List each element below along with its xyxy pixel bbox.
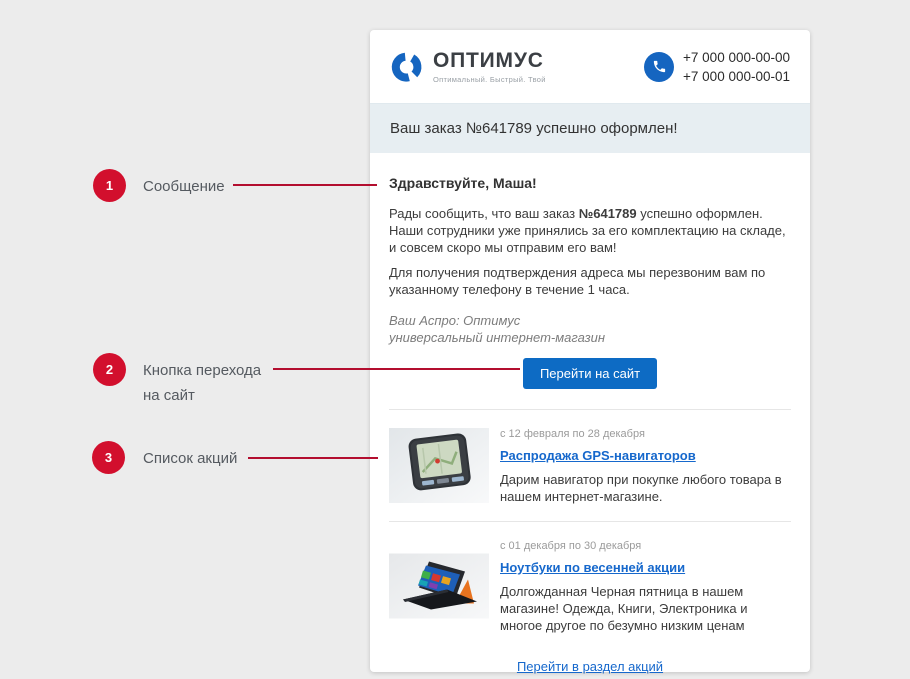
footer-link-row: Перейти в раздел акций (389, 658, 791, 676)
callout-label-site-button: Кнопка перехода на сайт (143, 358, 273, 408)
promo-description: Долгожданная Черная пятница в нашем мага… (500, 583, 791, 634)
promo-content: с 01 декабря по 30 декабря Ноутбуки по в… (500, 538, 791, 634)
promo-link-gps[interactable]: Распродажа GPS-навигаторов (500, 448, 696, 463)
signature-line-1: Ваш Аспро: Оптимус (389, 312, 791, 329)
cta-button-row: Перейти на сайт (389, 358, 791, 389)
callout-label-promo-list: Список акций (143, 446, 237, 471)
subject-banner: Ваш заказ №641789 успешно оформлен! (370, 103, 810, 153)
promo-dates: с 01 декабря по 30 декабря (500, 540, 791, 552)
order-number: №641789 (579, 206, 637, 221)
callout-number-3: 3 (92, 441, 125, 474)
promo-link-laptops[interactable]: Ноутбуки по весенней акции (500, 560, 685, 575)
gps-navigator-image[interactable] (389, 426, 489, 505)
phone-number-2: +7 000 000-00-01 (683, 67, 790, 86)
phone-contact-block: +7 000 000-00-00 +7 000 000-00-01 (644, 48, 790, 86)
brand-tagline: Оптимальный. Быстрый. Твой (433, 75, 546, 84)
promo-description: Дарим навигатор при покупке любого товар… (500, 471, 791, 505)
greeting: Здравствуйте, Маша! (389, 175, 791, 191)
phone-icon (644, 52, 674, 82)
callout-number-2: 2 (93, 353, 126, 386)
phone-number-1: +7 000 000-00-00 (683, 48, 790, 67)
callout-line-1 (233, 184, 377, 186)
message-paragraph-2: Для получения подтверждения адреса мы пе… (389, 264, 791, 298)
callout-label-message: Сообщение (143, 174, 225, 199)
promo-dates: с 12 февраля по 28 декабря (500, 428, 791, 440)
optimus-logo-icon (390, 50, 424, 84)
signature-line-2: универсальный интернет-магазин (389, 329, 791, 346)
signature: Ваш Аспро: Оптимус универсальный интерне… (389, 312, 791, 346)
brand-text: ОПТИМУС Оптимальный. Быстрый. Твой (433, 49, 546, 84)
email-card: ОПТИМУС Оптимальный. Быстрый. Твой +7 00… (370, 30, 810, 672)
message-paragraph-1: Рады сообщить, что ваш заказ №641789 усп… (389, 205, 791, 256)
email-body: Здравствуйте, Маша! Рады сообщить, что в… (370, 175, 810, 676)
promo-content: с 12 февраля по 28 декабря Распродажа GP… (500, 426, 791, 505)
email-header: ОПТИМУС Оптимальный. Быстрый. Твой +7 00… (370, 30, 810, 103)
brand-name: ОПТИМУС (433, 49, 546, 73)
promo-item-gps: с 12 февраля по 28 декабря Распродажа GP… (389, 426, 791, 505)
phone-handset-glyph (652, 59, 667, 74)
divider (389, 409, 791, 410)
callout-number-1: 1 (93, 169, 126, 202)
callout-line-2 (273, 368, 520, 370)
callout-line-3 (248, 457, 378, 459)
promos-section-link[interactable]: Перейти в раздел акций (517, 659, 663, 674)
email-template-mockup-page: { "annotations": [ { "number": "1", "lab… (0, 0, 910, 679)
brand-logo: ОПТИМУС Оптимальный. Быстрый. Твой (390, 49, 546, 84)
phone-numbers: +7 000 000-00-00 +7 000 000-00-01 (683, 48, 790, 86)
promo-item-laptops: с 01 декабря по 30 декабря Ноутбуки по в… (389, 538, 791, 634)
paragraph-1-before: Рады сообщить, что ваш заказ (389, 206, 579, 221)
go-to-site-button[interactable]: Перейти на сайт (523, 358, 657, 389)
laptops-image[interactable] (389, 538, 489, 634)
divider (389, 521, 791, 522)
